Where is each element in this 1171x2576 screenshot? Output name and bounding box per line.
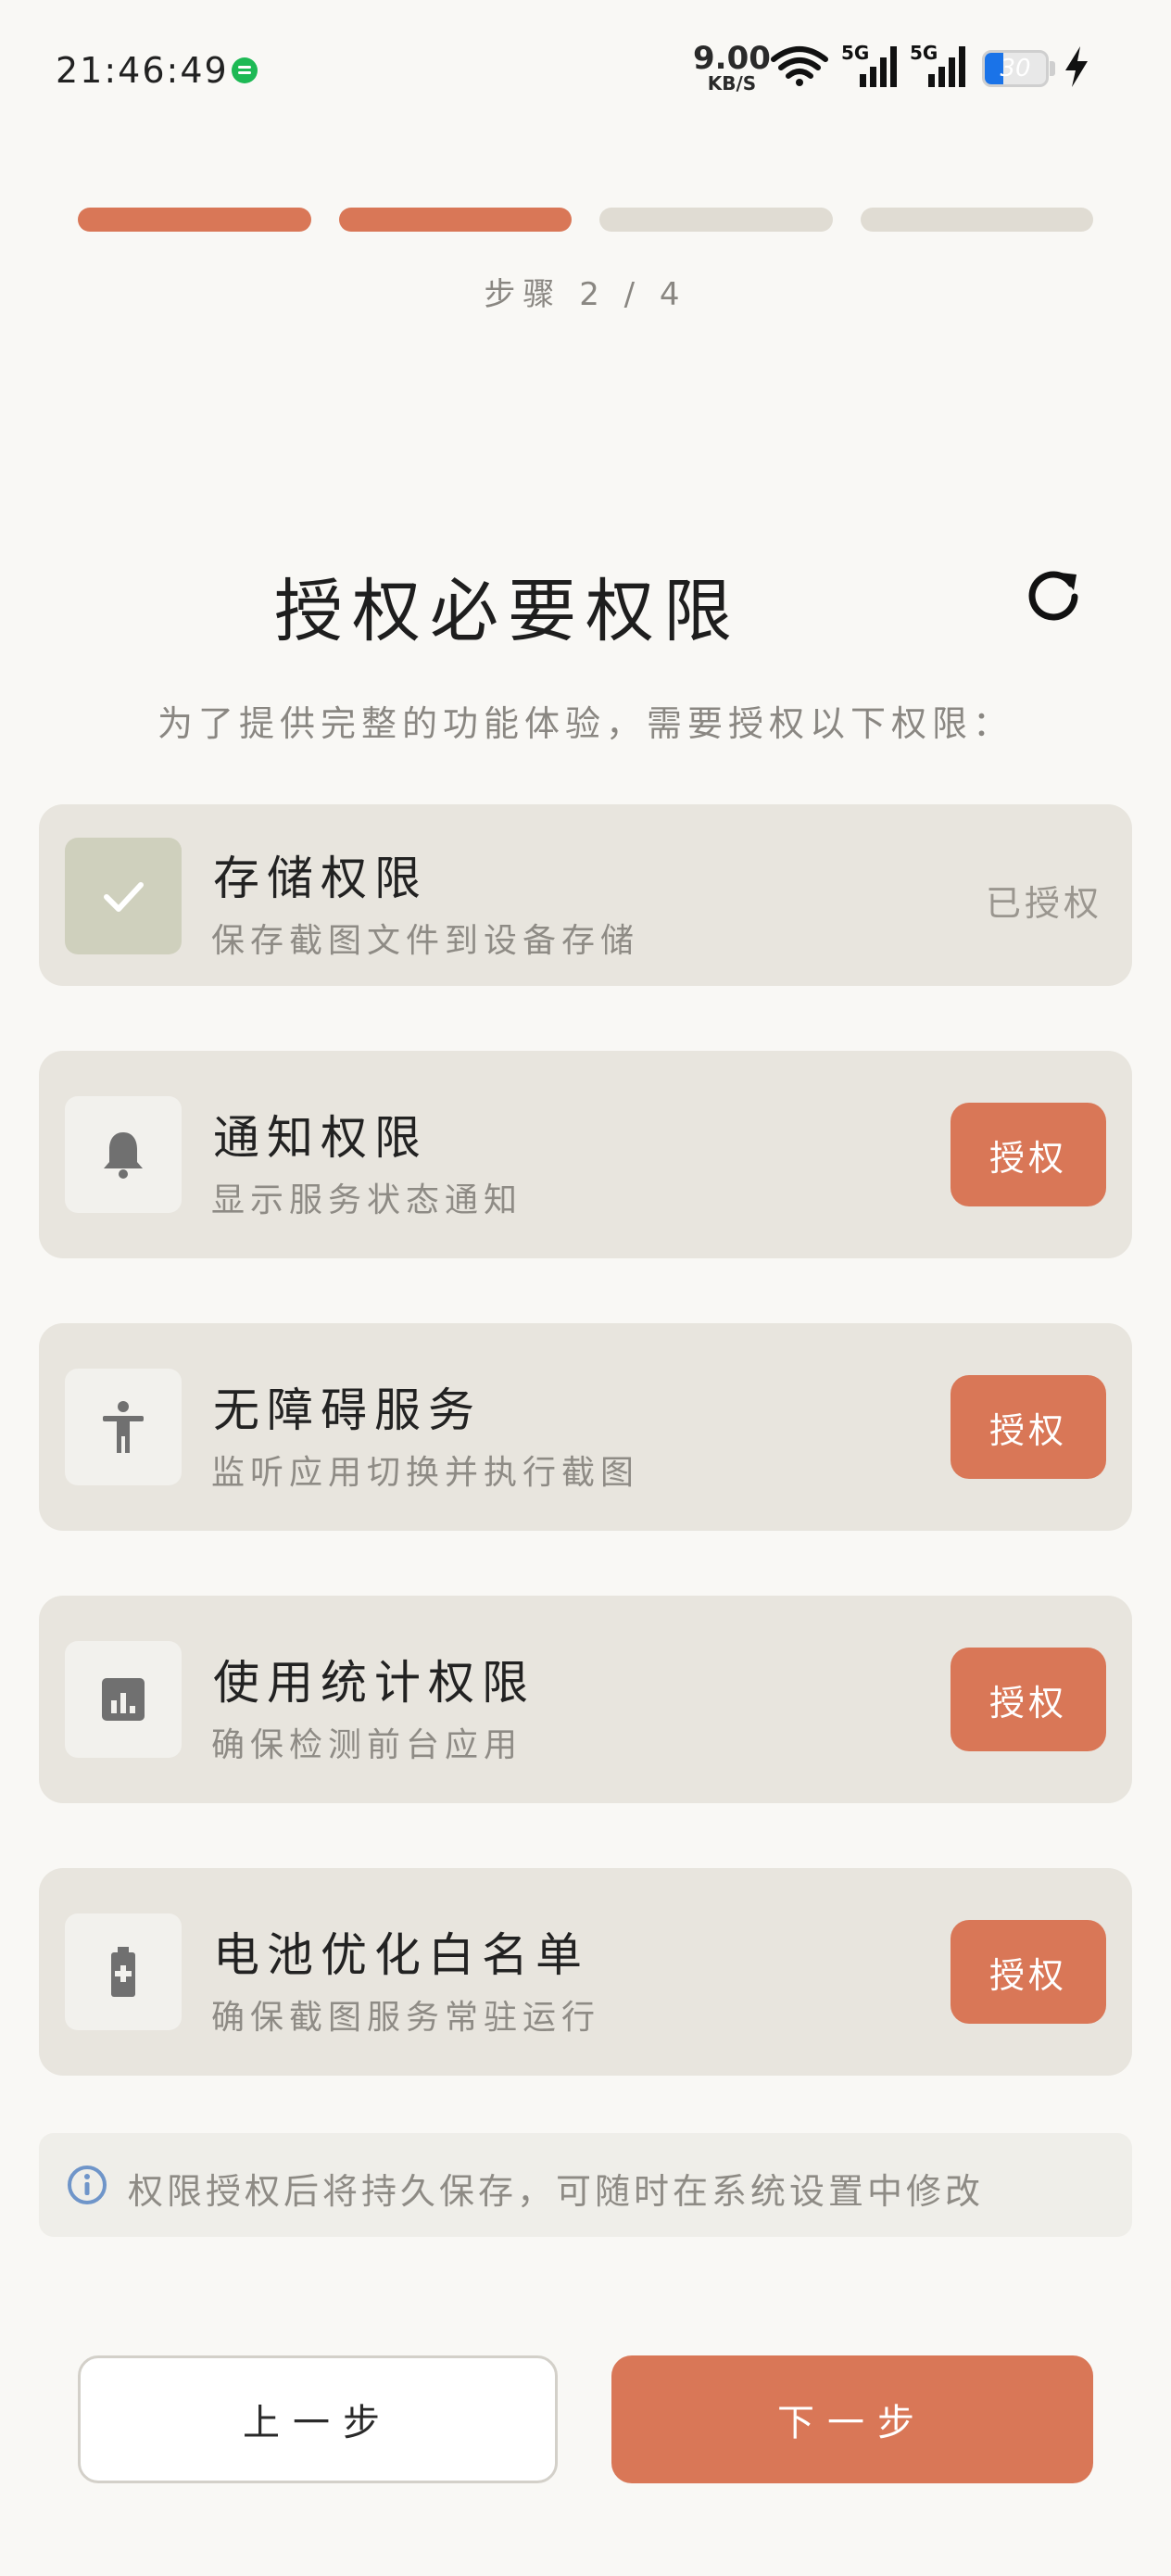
signal-5g-label: 5G xyxy=(910,42,938,64)
signal-5g-icon: 5G xyxy=(910,42,965,87)
network-speed-value: 9.00 xyxy=(693,40,771,77)
permission-card-storage: 存储权限 保存截图文件到设备存储 已授权 xyxy=(39,804,1132,986)
permission-name: 通知权限 xyxy=(213,1111,428,1165)
status-bar: 21:46:49 9.00 KB/S 5G 5G 30 xyxy=(0,0,1171,139)
permission-name: 电池优化白名单 xyxy=(213,1928,589,1982)
usage-stats-icon xyxy=(65,1641,182,1758)
network-speed-unit: KB/S xyxy=(707,72,757,95)
info-note-text: 权限授权后将持久保存，可随时在系统设置中修改 xyxy=(128,2171,985,2212)
permission-card-notification: 通知权限 显示服务状态通知 授权 xyxy=(39,1051,1132,1258)
permission-name: 存储权限 xyxy=(213,852,428,905)
next-step-button[interactable]: 下一步 xyxy=(611,2355,1093,2483)
step-indicator: 步骤 2 / 4 xyxy=(484,276,687,313)
grant-notification-button[interactable]: 授权 xyxy=(951,1103,1106,1206)
granted-status: 已授权 xyxy=(985,883,1102,924)
battery-cap xyxy=(1050,61,1055,76)
permission-name: 无障碍服务 xyxy=(213,1383,482,1437)
page-subtitle: 为了提供完整的功能体验，需要授权以下权限： xyxy=(157,703,1014,744)
wifi-icon xyxy=(771,46,828,86)
permission-desc: 确保检测前台应用 xyxy=(211,1726,523,1764)
grant-battery-button[interactable]: 授权 xyxy=(951,1920,1106,2024)
permission-card-accessibility: 无障碍服务 监听应用切换并执行截图 授权 xyxy=(39,1323,1132,1531)
network-speed: 9.00 KB/S xyxy=(693,43,771,93)
charging-bolt-icon xyxy=(1065,46,1088,87)
prev-step-button[interactable]: 上一步 xyxy=(78,2355,558,2483)
page-title: 授权必要权限 xyxy=(274,572,741,651)
check-icon xyxy=(65,838,182,954)
battery-icon: 30 xyxy=(982,50,1049,87)
permission-desc: 确保截图服务常驻运行 xyxy=(211,1999,601,2037)
battery-plus-icon xyxy=(65,1913,182,2030)
refresh-icon[interactable] xyxy=(1023,565,1084,626)
permission-setup-page: 21:46:49 9.00 KB/S 5G 5G 30 步骤 2 / 4 授权必… xyxy=(0,0,1171,2576)
permission-name: 使用统计权限 xyxy=(213,1656,535,1710)
permission-card-battery: 电池优化白名单 确保截图服务常驻运行 授权 xyxy=(39,1868,1132,2076)
progress-segment xyxy=(338,208,572,232)
status-time: 21:46:49 xyxy=(56,50,229,91)
signal-5g-icon: 5G xyxy=(841,42,897,87)
signal-5g-label: 5G xyxy=(841,42,869,64)
permission-desc: 显示服务状态通知 xyxy=(211,1181,523,1219)
grant-accessibility-button[interactable]: 授权 xyxy=(951,1375,1106,1479)
permission-desc: 保存截图文件到设备存储 xyxy=(211,922,640,960)
info-icon xyxy=(68,2166,107,2204)
progress-segment xyxy=(860,208,1093,232)
step-progress-bar xyxy=(78,208,1093,232)
permission-desc: 监听应用切换并执行截图 xyxy=(211,1454,640,1492)
battery-level: 30 xyxy=(1000,55,1031,82)
accessibility-icon xyxy=(65,1369,182,1485)
bell-icon xyxy=(65,1096,182,1213)
progress-segment xyxy=(599,208,833,232)
grant-usage-stats-button[interactable]: 授权 xyxy=(951,1648,1106,1751)
progress-segment xyxy=(78,208,311,232)
permission-card-usage-stats: 使用统计权限 确保检测前台应用 授权 xyxy=(39,1596,1132,1803)
spotify-notification-icon xyxy=(232,57,258,83)
info-note: 权限授权后将持久保存，可随时在系统设置中修改 xyxy=(39,2133,1132,2237)
